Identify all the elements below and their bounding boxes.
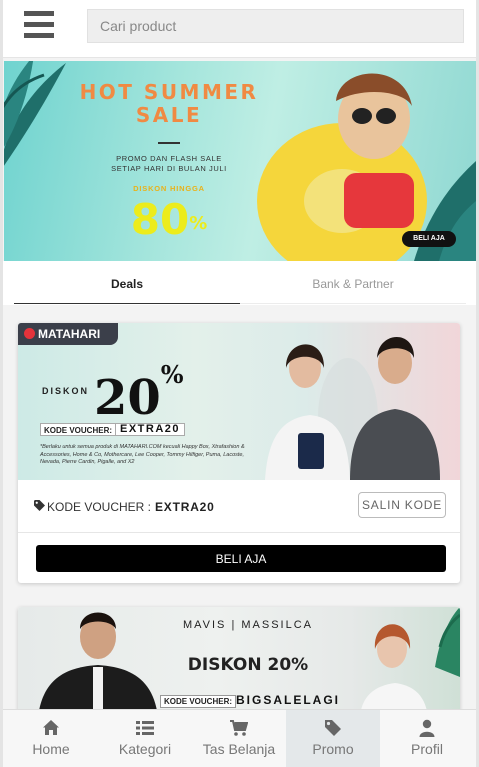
hero-discount-value: 80% [130, 195, 208, 244]
nav-tas-belanja[interactable]: Tas Belanja [192, 710, 286, 767]
hero-title: HOT SUMMER SALE [79, 80, 259, 127]
nav-kategori[interactable]: Kategori [98, 710, 192, 767]
promo-card: MAVIS | MASSILCA DISKON 20% KODE VOUCHER… [18, 607, 460, 717]
promo-banner[interactable]: MAVIS | MASSILCA DISKON 20% KODE VOUCHER… [18, 607, 460, 717]
banner-discount: DISKON 20% [187, 655, 309, 675]
search-input[interactable] [87, 9, 464, 43]
nav-profil[interactable]: Profil [380, 710, 474, 767]
models-image [265, 336, 440, 480]
list-icon [136, 721, 154, 735]
male-model-image [38, 612, 158, 717]
voucher-code: EXTRA20 [155, 500, 215, 514]
female-model-image [360, 607, 460, 717]
copy-code-button[interactable]: SALIN KODE [358, 492, 446, 518]
banner-voucher-label: KODE VOUCHER: [160, 695, 237, 708]
nav-kategori-label: Kategori [118, 741, 172, 757]
tab-deals[interactable]: Deals [14, 261, 240, 304]
brand-logo-icon [24, 328, 35, 339]
banner-voucher-code: EXTRA20 [115, 423, 186, 436]
cart-icon [230, 720, 248, 736]
tab-bank-partner[interactable]: Bank & Partner [240, 261, 466, 304]
banner-voucher-label: KODE VOUCHER: [40, 423, 116, 436]
voucher-row: KODE VOUCHER : EXTRA20 SALIN KODE [18, 480, 460, 533]
top-bar [3, 0, 476, 58]
voucher-label: KODE VOUCHER : [47, 500, 152, 514]
banner-voucher-code: BIGSALELAGI [236, 693, 341, 707]
nav-promo-label: Promo [312, 741, 354, 757]
banner-discount-value: 20% [94, 360, 184, 426]
app-root: HOT SUMMER SALE PROMO DAN FLASH SALE SET… [0, 0, 479, 767]
nav-profil-label: Profil [411, 741, 443, 757]
banner-diskon-label: DISKON [42, 386, 90, 396]
hero-banner[interactable]: HOT SUMMER SALE PROMO DAN FLASH SALE SET… [4, 61, 476, 261]
nav-home-label: Home [32, 741, 70, 757]
promo-card: MATAHARI DISKON 20% KODE VOUCHER: EXTRA2… [18, 323, 460, 583]
tag-icon [34, 500, 45, 511]
hamburger-icon[interactable] [24, 11, 54, 39]
hero-buy-button[interactable]: BELI AJA [402, 231, 456, 247]
bottom-nav: Home Kategori Tas Belanja Promo Profil [3, 709, 476, 767]
promo-banner[interactable]: MATAHARI DISKON 20% KODE VOUCHER: EXTRA2… [18, 323, 460, 480]
nav-tas-belanja-label: Tas Belanja [202, 741, 276, 757]
banner-terms-note: *Berlaku untuk semua produk di MATAHARI.… [40, 444, 245, 465]
user-icon [419, 719, 435, 737]
home-icon [43, 720, 59, 735]
buy-now-button[interactable]: BELI AJA [36, 545, 446, 572]
hero-subtitle: PROMO DAN FLASH SALE SETIAP HARI DI BULA… [111, 154, 227, 173]
tag-icon [325, 720, 341, 736]
banner-brand: MAVIS | MASSILCA [182, 619, 313, 631]
brand-badge: MATAHARI [18, 323, 118, 345]
hero-divider [158, 142, 180, 144]
nav-promo[interactable]: Promo [286, 710, 380, 767]
promo-tabs: Deals Bank & Partner [3, 261, 476, 305]
nav-home[interactable]: Home [4, 710, 98, 767]
hero-discount-label: DISKON HINGGA [133, 184, 205, 193]
